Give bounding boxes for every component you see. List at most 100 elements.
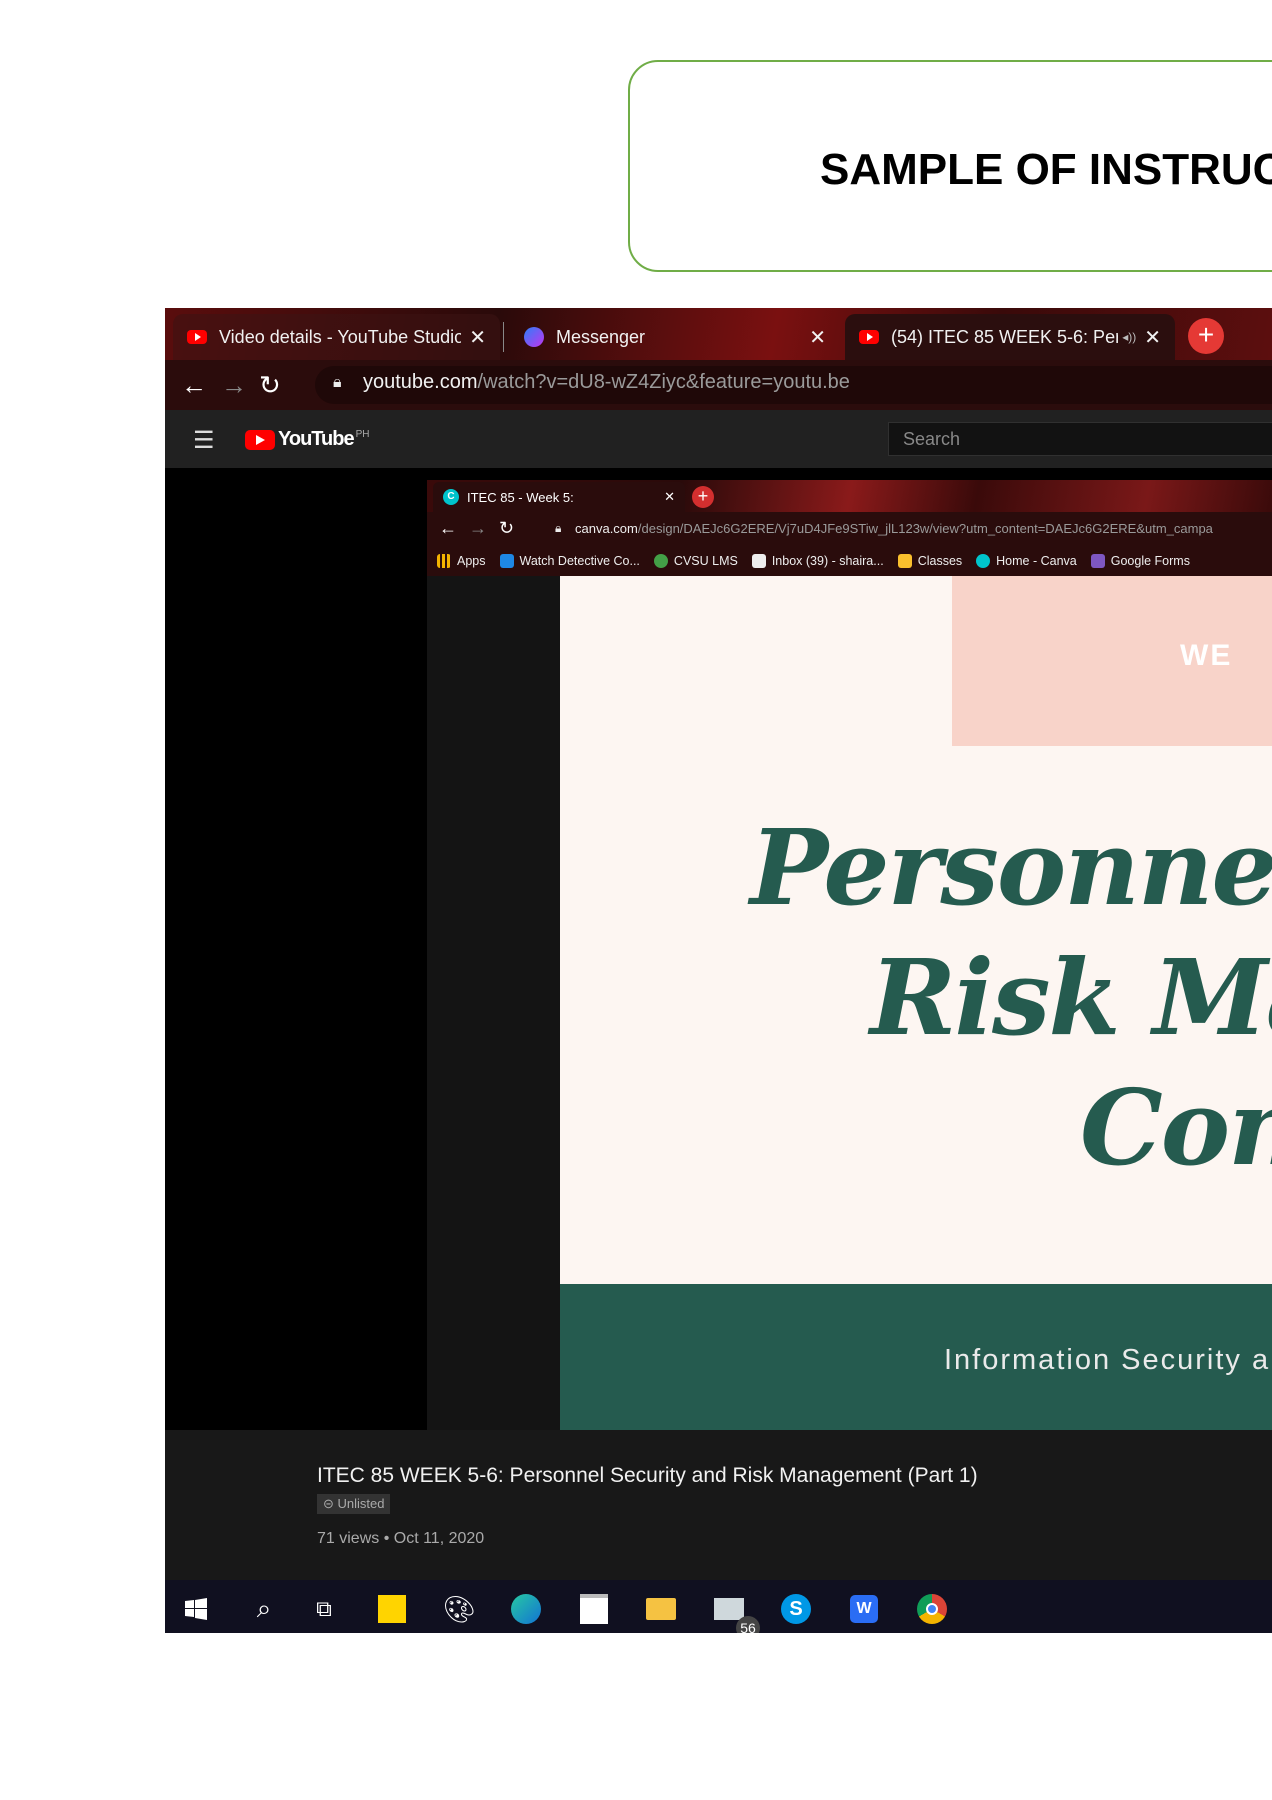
- tab-label: (54) ITEC 85 WEEK 5-6: Perso: [891, 326, 1119, 347]
- paint-icon[interactable]: 🎨︎: [440, 1590, 478, 1628]
- youtube-logo[interactable]: YouTube PH: [245, 428, 369, 451]
- address-bar: ← → ↻ 🔒︎ youtube.com/watch?v=dU8-wZ4Ziyc…: [165, 360, 1272, 410]
- slide-title-line: Personnel S: [750, 806, 1272, 929]
- presentation-slide: WE Personnel S Risk Ma Con Information S…: [560, 576, 1272, 1430]
- lock-icon: 🔒︎: [555, 521, 562, 535]
- bookmark-home-canva: Home - Canva: [976, 554, 1077, 568]
- edge-icon[interactable]: [507, 1590, 545, 1628]
- tab-separator: [503, 322, 504, 352]
- logo-text: YouTube: [278, 428, 355, 450]
- video-info: ITEC 85 WEEK 5-6: Personnel Security and…: [165, 1430, 1272, 1580]
- inner-url-text: canva.com/design/DAEJc6G2ERE/Vj7uD4JFe9S…: [575, 521, 1213, 536]
- tab-itec-video[interactable]: (54) ITEC 85 WEEK 5-6: Perso ◂)) ✕: [845, 314, 1175, 360]
- edge-shape: [511, 1594, 541, 1624]
- url-domain: youtube.com: [363, 371, 478, 393]
- task-view-icon[interactable]: ⧉: [305, 1590, 343, 1628]
- inner-tab-label: ITEC 85 - Week 5:: [467, 489, 574, 505]
- inner-url-domain: canva.com: [575, 521, 638, 536]
- mail-icon: [751, 554, 766, 568]
- inner-new-tab-icon: +: [692, 486, 714, 508]
- bookmark-apps: Apps: [437, 554, 486, 568]
- mail-icon[interactable]: 56: [710, 1590, 760, 1633]
- link-icon: ⊝: [323, 1496, 338, 1511]
- video-meta: 71 views • Oct 11, 2020: [317, 1530, 485, 1547]
- new-tab-button[interactable]: +: [1188, 318, 1224, 354]
- tab-label: Video details - YouTube Studio: [219, 326, 462, 347]
- skype-shape: S: [781, 1594, 811, 1624]
- bookmark-watch-detective: Watch Detective Co...: [499, 554, 640, 568]
- tab-youtube-studio[interactable]: Video details - YouTube Studio ✕: [173, 314, 500, 360]
- bookmark-label: Inbox (39) - shaira...: [771, 554, 884, 568]
- chrome-icon[interactable]: [913, 1590, 951, 1628]
- screenshot: Video details - YouTube Studio ✕ Messeng…: [165, 308, 1272, 1633]
- store-icon[interactable]: [575, 1590, 613, 1628]
- lock-icon[interactable]: 🔒︎: [333, 374, 342, 392]
- back-icon[interactable]: ←: [181, 370, 207, 401]
- envelope-shape: [714, 1598, 744, 1620]
- visibility-label: Unlisted: [337, 1496, 385, 1511]
- slide-title-line: Con: [1080, 1066, 1272, 1189]
- reload-icon[interactable]: ↻: [259, 370, 281, 401]
- apps-grid-icon: [437, 554, 451, 568]
- close-icon[interactable]: ✕: [809, 325, 826, 350]
- browser-tab-bar: Video details - YouTube Studio ✕ Messeng…: [165, 308, 1272, 360]
- url-path: /watch?v=dU8-wZ4Ziyc&feature=youtu.be: [477, 371, 850, 393]
- bookmark-label: Home - Canva: [996, 554, 1077, 568]
- bookmark-label: Google Forms: [1110, 554, 1190, 568]
- back-icon: ←: [439, 518, 457, 538]
- slide-header-text: WE: [1180, 639, 1233, 672]
- bookmark-classes: Classes: [897, 554, 963, 568]
- sticky-notes-icon[interactable]: [373, 1590, 411, 1628]
- youtube-header: ☰ YouTube PH Search: [165, 410, 1272, 468]
- youtube-play-icon: [245, 429, 275, 450]
- canva-icon: [976, 554, 991, 568]
- menu-icon[interactable]: ☰: [193, 426, 215, 455]
- windows-start-icon[interactable]: [177, 1590, 215, 1628]
- bookmark-label: Classes: [917, 554, 963, 568]
- tab-messenger[interactable]: Messenger ✕: [510, 314, 840, 360]
- bookmark-label: Watch Detective Co...: [519, 554, 640, 568]
- messenger-icon: [524, 327, 544, 347]
- bookmark-cvsu-lms: CVSU LMS: [653, 554, 738, 568]
- wps-writer-icon[interactable]: W: [845, 1590, 883, 1628]
- inner-url-path: /design/DAEJc6G2ERE/Vj7uD4JFe9STiw_jlL12…: [637, 521, 1213, 536]
- document-heading: SAMPLE OF INSTRUC: [820, 145, 1272, 194]
- search-input[interactable]: Search: [888, 422, 1272, 456]
- speaker-icon[interactable]: ◂)): [1122, 330, 1136, 344]
- inner-left-panel: [427, 576, 560, 1430]
- bookmarks-bar: Apps Watch Detective Co... CVSU LMS Inbo…: [427, 546, 1272, 576]
- bookmark-label: CVSU LMS: [673, 554, 738, 568]
- folder-shape: [646, 1598, 676, 1620]
- skype-icon[interactable]: S: [777, 1590, 815, 1628]
- slide-footer-text: Information Security a: [944, 1344, 1271, 1376]
- slide-title-line: Risk Ma: [870, 936, 1272, 1059]
- visibility-badge: ⊝ Unlisted: [317, 1494, 391, 1514]
- file-explorer-icon[interactable]: [642, 1590, 680, 1628]
- mail-badge: 56: [736, 1616, 760, 1633]
- bookmark-inbox: Inbox (39) - shaira...: [751, 554, 884, 568]
- search-icon[interactable]: ⌕: [245, 1590, 283, 1628]
- sticky-notes-shape: [378, 1595, 406, 1623]
- store-shape: [580, 1594, 608, 1624]
- video-frame-browser: C ITEC 85 - Week 5: ✕ + ← → ↻ 🔒︎ canva.c…: [427, 480, 1272, 1430]
- url-text[interactable]: youtube.com/watch?v=dU8-wZ4Ziyc&feature=…: [363, 371, 850, 394]
- writer-shape: W: [850, 1595, 878, 1623]
- forms-icon: [1090, 554, 1105, 568]
- country-code: PH: [355, 429, 370, 440]
- inner-tab-canva: C ITEC 85 - Week 5: ✕: [433, 482, 685, 512]
- canva-icon: C: [443, 489, 459, 505]
- classroom-icon: [897, 554, 912, 568]
- close-icon[interactable]: ✕: [1144, 325, 1161, 350]
- reload-icon: ↻: [499, 518, 515, 538]
- youtube-icon: [187, 330, 207, 344]
- youtube-icon: [859, 330, 879, 344]
- video-title: ITEC 85 WEEK 5-6: Personnel Security and…: [317, 1464, 978, 1487]
- chrome-center: [926, 1603, 938, 1615]
- bookmark-google-forms: Google Forms: [1090, 554, 1190, 568]
- windows-taskbar: ⌕ ⧉ 🎨︎ 56 S W: [165, 1580, 1272, 1633]
- letter-a-icon: [499, 554, 514, 568]
- forward-icon[interactable]: →: [221, 370, 247, 401]
- close-icon[interactable]: ✕: [469, 325, 486, 350]
- forward-icon: →: [469, 518, 487, 538]
- cvsu-icon: [653, 554, 668, 568]
